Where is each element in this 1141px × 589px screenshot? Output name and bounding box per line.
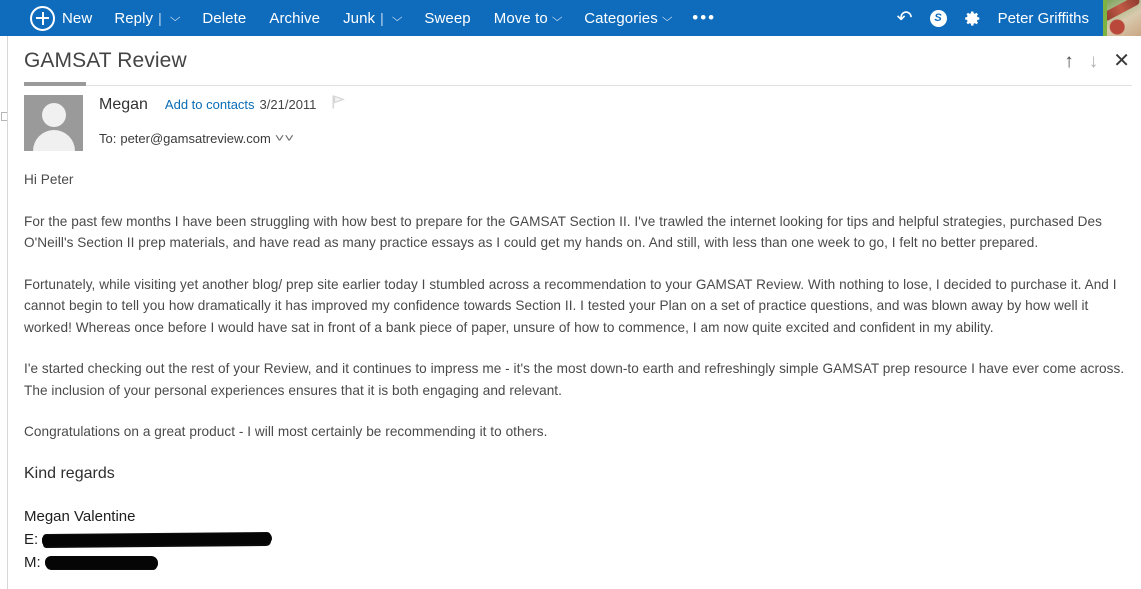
delete-button-label: Delete (202, 9, 247, 27)
subject-row: GAMSAT Review ↑ ↓ ✕ (9, 36, 1141, 86)
message-body: Hi Peter For the past few months I have … (24, 169, 1128, 574)
header-active-tab-indicator (24, 82, 86, 86)
message-list-gutter (0, 36, 8, 589)
message-actions: ↑ ↓ ✕ (1064, 51, 1141, 71)
body-paragraph-3: I'e started checking out the rest of you… (24, 361, 1125, 398)
toolbar-command-group: New Reply | ⌵ Delete Archive Junk | ⌵ Sw… (0, 0, 897, 36)
move-to-button[interactable]: Move to ⌵ (494, 0, 562, 36)
chevron-down-icon[interactable]: ⌵ (662, 12, 673, 25)
person-head-icon (41, 103, 66, 127)
skype-icon[interactable]: S (929, 9, 947, 27)
body-sign-off: Kind regards (24, 464, 115, 482)
message-date: 3/21/2011 (259, 97, 317, 112)
skype-icon-letter: S (929, 9, 947, 27)
gutter-tick-marker (1, 112, 7, 121)
redacted-email-value (42, 532, 273, 546)
body-paragraph-4: Congratulations on a great product - I w… (24, 424, 548, 439)
chevron-down-icon[interactable]: ⌵ (552, 12, 563, 25)
signature-name: Megan Valentine (24, 507, 136, 525)
move-to-button-label: Move to (493, 9, 548, 27)
delete-button[interactable]: Delete (202, 0, 246, 36)
body-greeting: Hi Peter (24, 172, 74, 187)
sweep-button[interactable]: Sweep (424, 0, 470, 36)
plus-circle-icon (30, 5, 55, 31)
expand-recipients-chevron-icon[interactable]: ˅˅ (275, 133, 294, 145)
categories-button[interactable]: Categories ⌵ (584, 0, 673, 36)
chevron-down-icon[interactable]: ⌵ (170, 12, 181, 25)
reply-split-divider: | (158, 10, 162, 26)
sender-line-primary: Megan Add to contacts 3/21/2011 (99, 95, 1124, 120)
sender-avatar-placeholder[interactable] (24, 95, 83, 151)
junk-button-label: Junk (343, 9, 376, 27)
reading-pane: GAMSAT Review ↑ ↓ ✕ Megan Add to contact… (0, 36, 1141, 589)
chevron-down-icon[interactable]: ⌵ (392, 12, 403, 25)
previous-message-icon[interactable]: ↑ (1064, 52, 1074, 71)
signature-mobile-label: M: (24, 553, 41, 571)
signature-block: Megan Valentine E: M: (24, 505, 1128, 574)
new-button-label: New (62, 9, 93, 27)
signature-name-line: Megan Valentine (24, 505, 1128, 528)
signature-mobile-line: M: (24, 551, 1128, 574)
sweep-button-label: Sweep (424, 9, 471, 27)
redacted-mobile-value (44, 555, 158, 569)
to-label: To: (99, 131, 117, 146)
archive-button-label: Archive (269, 9, 321, 27)
message-subject: GAMSAT Review (24, 49, 187, 72)
gear-icon[interactable] (964, 10, 981, 27)
reply-button[interactable]: Reply | ⌵ (114, 0, 181, 36)
signature-email-label: E: (24, 530, 39, 548)
flag-icon[interactable] (332, 95, 346, 109)
body-paragraph-2: Fortunately, while visiting yet another … (24, 276, 1117, 335)
archive-button[interactable]: Archive (269, 0, 320, 36)
close-icon[interactable]: ✕ (1113, 51, 1130, 71)
person-body-icon (32, 130, 75, 151)
junk-split-divider: | (380, 10, 384, 26)
sender-line-recipients: To: peter@gamsatreview.com ˅˅ (99, 131, 1124, 146)
signature-email-line: E: (24, 528, 1128, 551)
sender-name[interactable]: Megan (99, 96, 148, 114)
toolbar-right-group: ↶ S Peter Griffiths (897, 0, 1103, 36)
reply-button-label: Reply (114, 9, 154, 27)
new-button[interactable]: New (30, 0, 92, 36)
header-divider (24, 85, 1132, 86)
to-address[interactable]: peter@gamsatreview.com (120, 131, 270, 146)
top-toolbar: New Reply | ⌵ Delete Archive Junk | ⌵ Sw… (0, 0, 1141, 36)
sender-meta: Megan Add to contacts 3/21/2011 To: pete… (99, 95, 1124, 146)
undo-icon[interactable]: ↶ (897, 7, 913, 30)
body-paragraph-1: For the past few months I have been stru… (24, 213, 1102, 251)
next-message-icon[interactable]: ↓ (1089, 52, 1099, 71)
more-commands-button[interactable]: ••• (692, 0, 716, 36)
junk-button[interactable]: Junk | ⌵ (343, 0, 403, 36)
add-to-contacts-link[interactable]: Add to contacts (165, 97, 255, 112)
ellipsis-icon: ••• (692, 8, 717, 27)
categories-button-label: Categories (584, 9, 658, 27)
account-avatar-photo[interactable] (1107, 0, 1141, 36)
sender-block: Megan Add to contacts 3/21/2011 To: pete… (24, 95, 1124, 151)
account-name[interactable]: Peter Griffiths (998, 10, 1089, 27)
